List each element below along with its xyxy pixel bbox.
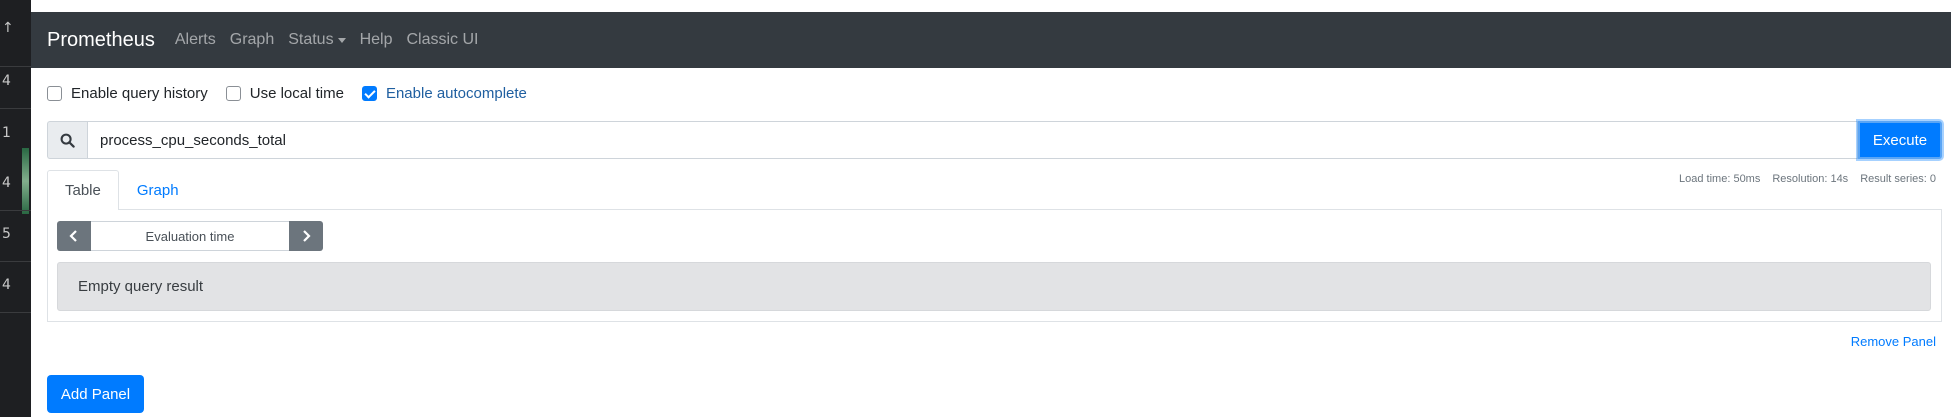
nav-status-dropdown[interactable]: Status	[288, 31, 346, 49]
nav-alerts[interactable]: Alerts	[175, 31, 216, 49]
brand-link[interactable]: Prometheus	[47, 29, 155, 52]
execute-button[interactable]: Execute	[1858, 121, 1942, 159]
chevron-right-icon	[303, 230, 311, 242]
prometheus-app: Prometheus Alerts Graph Status Help Clas…	[31, 12, 1951, 417]
strip-divider	[0, 210, 31, 211]
expression-input-group: Execute	[47, 121, 1942, 159]
strip-number: 1	[2, 125, 11, 141]
evaluation-time-input[interactable]: Evaluation time	[91, 221, 289, 251]
caret-down-icon	[337, 37, 346, 43]
evaluation-time-group: Evaluation time	[57, 221, 323, 251]
resolution: Resolution: 14s	[1772, 173, 1849, 185]
load-time: Load time: 50ms	[1679, 173, 1761, 185]
chevron-left-icon	[69, 230, 77, 242]
autocomplete-checkbox[interactable]	[361, 86, 377, 101]
panel-tabs: Table Graph	[47, 170, 197, 210]
nav-classic-ui[interactable]: Classic UI	[406, 31, 478, 49]
query-history-label: Enable query history	[71, 85, 208, 102]
option-query-history[interactable]: Enable query history	[47, 85, 208, 102]
table-tab-content: Evaluation time Empty query result	[47, 209, 1942, 322]
nav-status-label: Status	[288, 31, 334, 48]
strip-number: 4	[2, 175, 11, 191]
nav-help[interactable]: Help	[360, 31, 393, 49]
strip-number: 4	[2, 73, 11, 89]
tab-table[interactable]: Table	[47, 170, 119, 210]
add-panel-button[interactable]: Add Panel	[47, 375, 144, 413]
strip-number: 5	[2, 226, 11, 242]
strip-divider	[0, 312, 31, 313]
query-stats: Load time: 50ms Resolution: 14s Result s…	[1667, 173, 1936, 185]
query-options: Enable query history Use local time Enab…	[47, 85, 545, 102]
background-window-strip: ↑ 4 1 4 5 4	[0, 0, 31, 417]
option-autocomplete[interactable]: Enable autocomplete	[361, 85, 527, 102]
remove-panel-link[interactable]: Remove Panel	[1851, 334, 1936, 349]
query-history-checkbox[interactable]	[47, 86, 62, 101]
strip-number: 4	[2, 277, 11, 293]
browser-top-edge	[31, 0, 1951, 12]
next-time-button[interactable]	[289, 221, 323, 251]
strip-number: ↑	[2, 20, 14, 36]
autocomplete-label: Enable autocomplete	[385, 85, 527, 102]
expression-input[interactable]	[87, 121, 1858, 159]
level-meter	[22, 148, 29, 214]
strip-divider	[0, 261, 31, 262]
empty-query-result-alert: Empty query result	[57, 262, 1931, 311]
option-local-time[interactable]: Use local time	[225, 85, 344, 102]
strip-divider	[0, 66, 31, 67]
tab-graph[interactable]: Graph	[119, 170, 197, 210]
local-time-label: Use local time	[249, 85, 344, 102]
search-icon-addon	[47, 121, 87, 159]
local-time-checkbox[interactable]	[225, 86, 241, 101]
result-series: Result series: 0	[1860, 173, 1936, 185]
navbar: Prometheus Alerts Graph Status Help Clas…	[31, 12, 1951, 68]
strip-divider	[0, 108, 31, 109]
search-icon	[60, 133, 75, 148]
previous-time-button[interactable]	[57, 221, 91, 251]
nav-graph[interactable]: Graph	[230, 31, 274, 49]
